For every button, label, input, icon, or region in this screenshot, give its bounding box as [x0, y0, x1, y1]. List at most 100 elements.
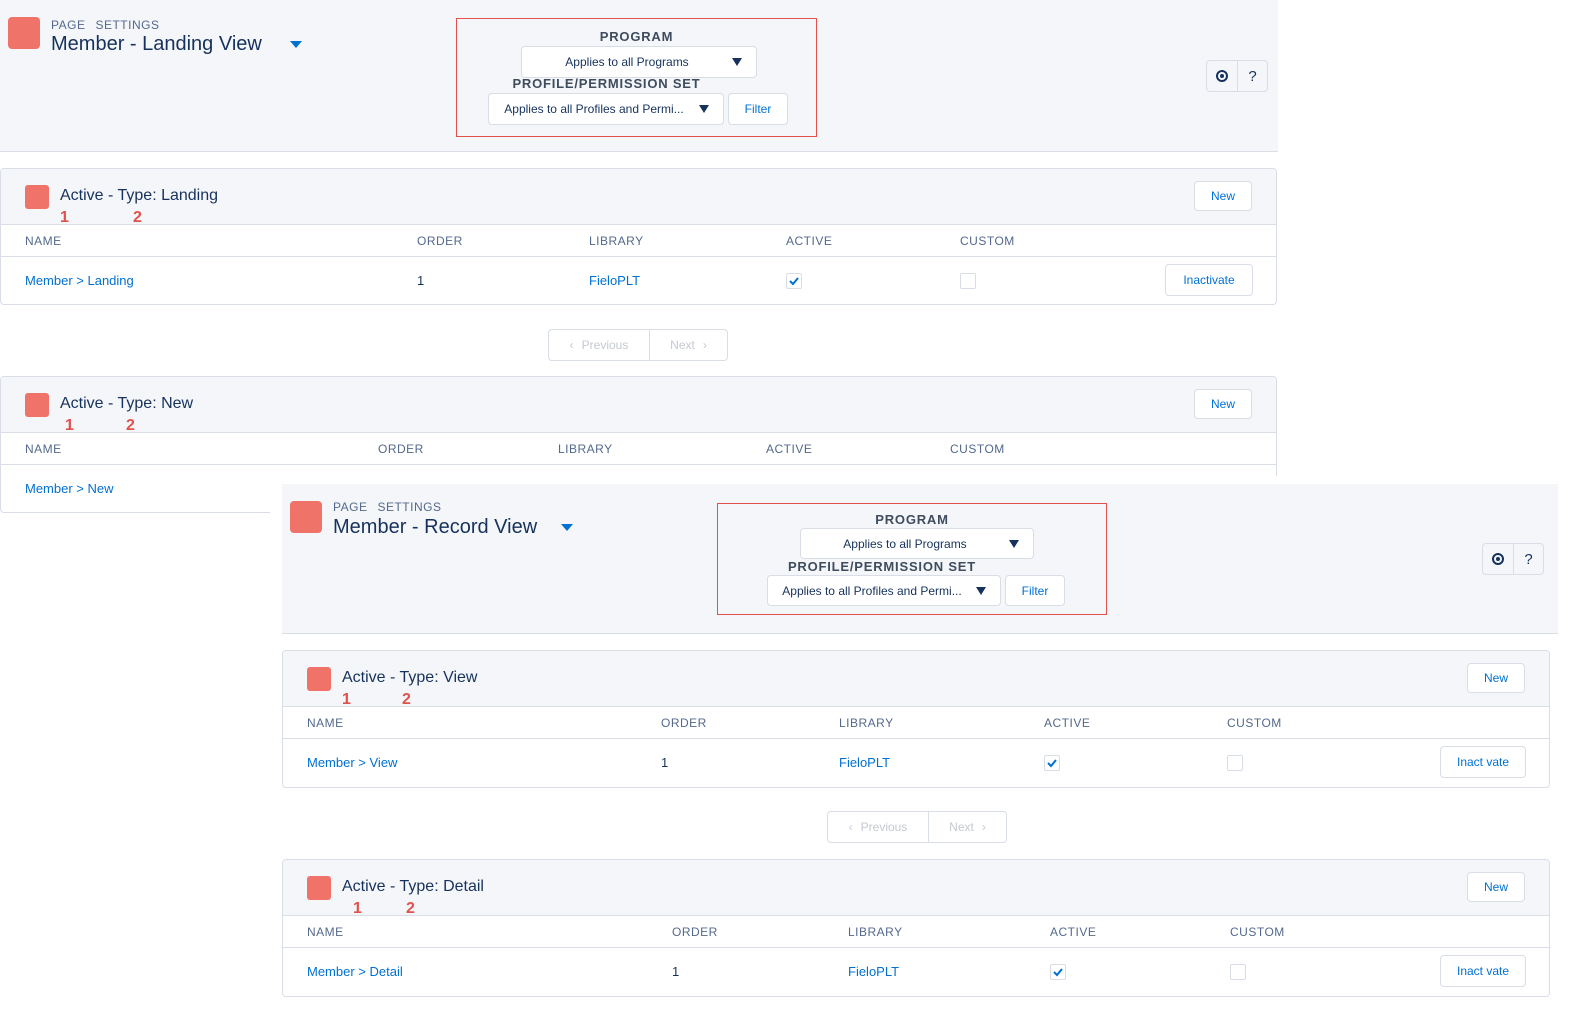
column-header-active: ACTIVE [1044, 716, 1091, 730]
column-header-name: NAME [25, 234, 62, 248]
column-header-order: ORDER [378, 442, 424, 456]
card-icon [307, 667, 331, 691]
profile-select[interactable]: Applies to all Profiles and Permi... [767, 575, 1001, 606]
annotation-marker-2: 2 [126, 417, 135, 434]
column-header-order: ORDER [672, 925, 718, 939]
custom-checkbox[interactable] [1227, 755, 1243, 771]
column-header-custom: CUSTOM [1230, 925, 1285, 939]
divider [1, 464, 1276, 465]
next-button[interactable]: Next › [928, 812, 1006, 842]
profile-select[interactable]: Applies to all Profiles and Permi... [488, 93, 724, 125]
annotation-marker-2: 2 [402, 691, 411, 708]
chevron-down-icon[interactable] [290, 41, 302, 48]
row-order: 1 [417, 273, 425, 288]
program-select-value: Applies to all Programs [843, 536, 967, 551]
landing-view-panel: PAGE SETTINGS Member - Landing View PROGR… [0, 0, 1278, 515]
caret-down-icon [699, 105, 709, 113]
row-library-link[interactable]: FieloPLT [839, 755, 890, 770]
card-header: Active - Type: Landing 1 2 New [1, 169, 1276, 226]
row-name-link[interactable]: Member > View [307, 755, 397, 770]
new-button[interactable]: New [1194, 389, 1252, 419]
chevron-left-icon: ‹ [848, 820, 853, 834]
program-select[interactable]: Applies to all Programs [521, 46, 757, 78]
program-select[interactable]: Applies to all Programs [800, 528, 1034, 559]
page-header: PAGE SETTINGS Member - Landing View PROGR… [0, 0, 1278, 152]
previous-button[interactable]: ‹ Previous [549, 330, 649, 360]
active-checkbox[interactable] [1050, 964, 1066, 980]
pagination: ‹ Previous Next › [548, 329, 728, 361]
column-header-active: ACTIVE [1050, 925, 1097, 939]
column-header-order: ORDER [417, 234, 463, 248]
chevron-left-icon: ‹ [569, 338, 574, 352]
column-header-custom: CUSTOM [960, 234, 1015, 248]
page-header: PAGE SETTINGS Member - Record View PROGRA… [282, 484, 1558, 634]
column-header-order: ORDER [661, 716, 707, 730]
column-header-library: LIBRARY [848, 925, 903, 939]
next-label: Next [670, 338, 695, 352]
card-header: Active - Type: Detail 1 2 New [283, 860, 1549, 917]
card-title: Active - Type: Landing [60, 187, 219, 204]
card-icon [25, 185, 49, 209]
new-button[interactable]: New [1467, 663, 1525, 693]
filter-button[interactable]: Filter [728, 93, 788, 125]
annotation-marker-1: 1 [60, 209, 69, 226]
help-icon[interactable]: ? [1513, 544, 1543, 574]
chevron-down-icon[interactable] [561, 524, 573, 531]
inactivate-button[interactable]: Inact vate [1440, 955, 1526, 987]
column-header-custom: CUSTOM [950, 442, 1005, 456]
caret-down-icon [1009, 539, 1019, 548]
previous-label: Previous [860, 820, 908, 834]
column-header-name: NAME [307, 925, 344, 939]
annotation-marker-1: 1 [342, 691, 351, 708]
row-name-link[interactable]: Member > New [25, 481, 114, 496]
card-icon [25, 393, 49, 417]
row-library-link[interactable]: FieloPLT [848, 964, 899, 979]
custom-checkbox[interactable] [1230, 964, 1246, 980]
check-icon [1047, 759, 1057, 768]
custom-checkbox[interactable] [960, 273, 976, 289]
previous-button[interactable]: ‹ Previous [828, 812, 928, 842]
row-library-link[interactable]: FieloPLT [589, 273, 640, 288]
page-title: Member - Record View [333, 516, 538, 538]
check-icon [789, 277, 799, 286]
settings-icon[interactable] [1207, 61, 1237, 91]
profile-label: PROFILE/PERMISSION SET [512, 76, 701, 91]
card-title: Active - Type: New [60, 395, 194, 412]
previous-label: Previous [581, 338, 629, 352]
program-label: PROGRAM [599, 29, 674, 44]
program-label: PROGRAM [875, 512, 949, 527]
next-label: Next [949, 820, 974, 834]
card-title: Active - Type: View [342, 669, 478, 686]
row-name-link[interactable]: Member > Landing [25, 273, 134, 288]
column-header-active: ACTIVE [766, 442, 813, 456]
active-checkbox[interactable] [1044, 755, 1060, 771]
page-eyebrow: PAGE SETTINGS [333, 500, 451, 514]
filter-panel: PROGRAM Applies to all Programs PROFILE/… [456, 18, 817, 137]
column-header-library: LIBRARY [558, 442, 613, 456]
page-title: Member - Landing View [51, 33, 262, 55]
row-name-link[interactable]: Member > Detail [307, 964, 403, 979]
help-icon[interactable]: ? [1237, 61, 1267, 91]
active-checkbox[interactable] [786, 273, 802, 289]
divider [283, 947, 1549, 948]
new-button[interactable]: New [1194, 181, 1252, 211]
column-header-name: NAME [307, 716, 344, 730]
divider [1, 256, 1276, 257]
card-type-detail: Active - Type: Detail 1 2 New NAME ORDER… [282, 859, 1550, 997]
column-header-name: NAME [25, 442, 62, 456]
page-icon [8, 17, 40, 49]
settings-icon[interactable] [1483, 544, 1513, 574]
inactivate-button[interactable]: Inactivate [1165, 264, 1253, 296]
chevron-right-icon: › [702, 338, 707, 352]
inactivate-button[interactable]: Inact vate [1440, 746, 1526, 778]
next-button[interactable]: Next › [649, 330, 727, 360]
check-icon [1053, 968, 1063, 977]
new-button[interactable]: New [1467, 872, 1525, 902]
profile-select-value: Applies to all Profiles and Permi... [782, 583, 962, 598]
filter-button[interactable]: Filter [1005, 575, 1065, 606]
page-eyebrow: PAGE SETTINGS [51, 18, 169, 32]
eyebrow-settings: SETTINGS [377, 500, 442, 514]
help-button-group: ? [1206, 60, 1268, 92]
program-select-value: Applies to all Programs [565, 55, 689, 69]
caret-down-icon [732, 58, 742, 66]
